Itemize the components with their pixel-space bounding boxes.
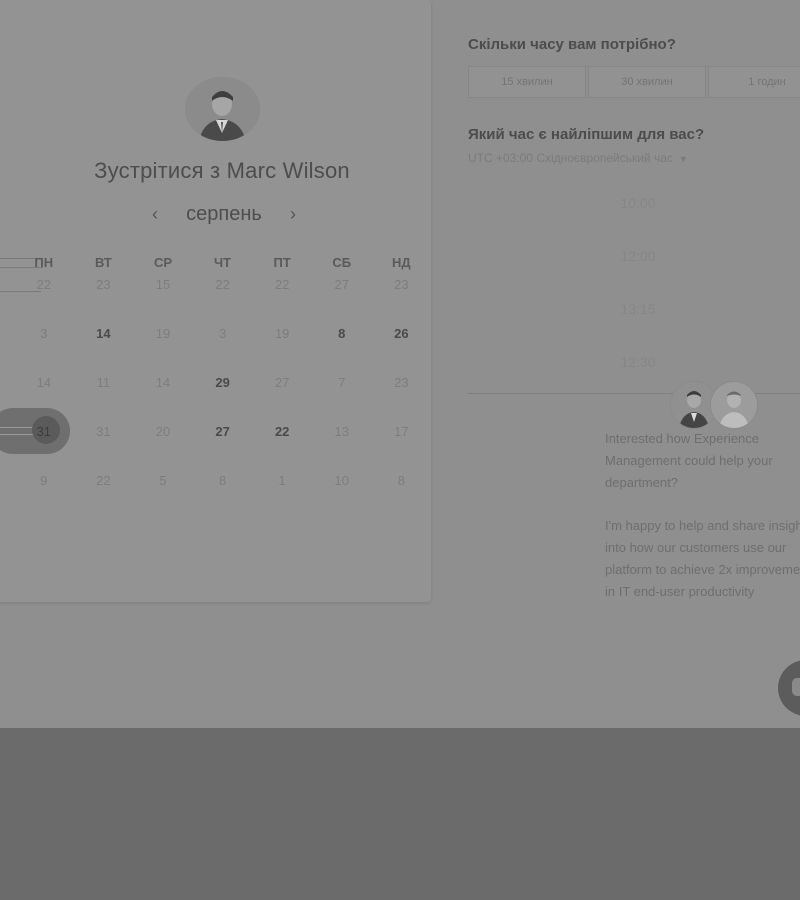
calendar-day: 31 [96,424,111,439]
calendar-week: 22 23 15 22 22 27 23 [14,270,432,300]
timezone-selector[interactable]: UTC +03:00 Східноєвропейський час ▼ [468,151,688,165]
calendar-week: 14 11 14 29 27 7 23 [14,368,432,398]
calendar-day: 8 [397,473,405,488]
scheduler-page: Зустрітися з Marc Wilson ‹ серпень › ПН … [0,0,800,728]
chat-bubble-glyph [792,678,800,696]
calendar-day-available[interactable]: 27 [193,417,253,447]
calendar-day: 5 [159,473,167,488]
duration-options: 15 хвилин 30 хвилин 1 годин [468,66,800,98]
caret-down-icon: ▼ [678,154,688,164]
help-message: I'm happy to help and share insight into… [605,518,800,599]
duration-option-30[interactable]: 30 хвилин [588,66,706,98]
time-slot[interactable]: 12:00 [598,244,678,268]
calendar-day-selected[interactable]: 31 [14,417,74,447]
calendar-day: 11 [96,375,111,390]
calendar-day: 7 [338,375,346,390]
calendar-day-available[interactable]: 8 [312,319,372,349]
time-slot[interactable]: 10:00 [598,191,678,215]
calendar-day: 14 [36,375,52,390]
calendar-day: 14 [155,375,171,390]
calendar-day-available[interactable]: 29 [193,368,253,398]
calendar-day: 20 [155,424,171,439]
page-footer-band [0,728,800,900]
intro-message: Interested how Experience Management cou… [605,431,773,490]
calendar-day: 27 [334,277,349,292]
month-navigation: ‹ серпень › [144,200,304,228]
calendar-day-available[interactable]: 14 [74,319,134,349]
calendar-week: 3 14 19 3 19 8 26 [14,319,432,349]
calendar-day: 13 [334,424,349,439]
calendar-day-available[interactable]: 22 [252,417,312,447]
calendar-day: 3 [40,326,48,341]
host-avatar [185,77,260,141]
calendar-day: 17 [394,424,409,439]
calendar-day: 22 [96,473,111,488]
calendar-day: 10 [334,473,349,488]
calendar-day: 19 [155,326,171,341]
chevron-left-icon[interactable]: ‹ [144,202,166,226]
chevron-right-icon[interactable]: › [282,202,304,226]
calendar-week: 31 31 20 27 22 13 17 [14,417,432,447]
time-question: Який час є найліпшим для вас? [468,126,705,143]
calendar-day: 19 [274,326,290,341]
calendar-day: 23 [96,277,111,292]
duration-question: Скільки часу вам потрібно? [468,36,676,53]
calendar-day: 1 [278,473,286,488]
calendar-day: 23 [394,375,409,390]
calendar-day: 9 [40,473,48,488]
time-slot[interactable]: 13:15 [598,297,678,321]
month-label: серпень [186,202,262,225]
calendar-day: 22 [36,277,52,292]
chat-icon[interactable] [778,660,800,716]
calendar-day: 8 [218,473,227,488]
duration-option-60[interactable]: 1 годин [708,66,800,98]
person-icon [711,382,757,428]
calendar-day: 22 [215,277,230,292]
calendar-week: 9 22 5 8 1 10 8 [14,466,432,496]
calendar-day-available[interactable]: 26 [372,319,432,349]
calendar-day: 27 [274,375,290,390]
meeting-title: Зустрітися з Marc Wilson [94,158,350,183]
calendar-day: 3 [218,326,227,341]
host-portrait-icon [185,77,260,141]
calendar-day: 23 [394,277,409,292]
duration-option-15[interactable]: 15 хвилин [468,66,586,98]
calendar-day: 15 [155,277,171,292]
team-member-avatar [710,381,758,429]
calendar-day: 22 [274,277,290,292]
time-slot[interactable]: 12:30 [598,350,678,374]
timezone-label: UTC +03:00 Східноєвропейський час [468,151,673,165]
team-avatars [670,381,762,429]
